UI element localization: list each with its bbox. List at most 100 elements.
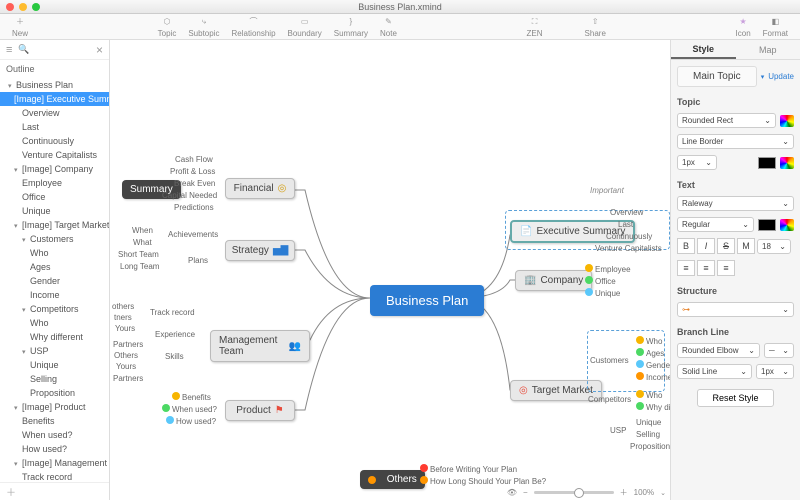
sub-label[interactable]: tners bbox=[114, 313, 132, 322]
italic-button[interactable]: I bbox=[697, 238, 715, 254]
sub-label[interactable]: Income bbox=[636, 372, 670, 382]
outline-item[interactable]: Continuously bbox=[0, 134, 109, 148]
zen-button[interactable]: ⛶ZEN bbox=[521, 16, 549, 38]
branch-style-select[interactable]: Solid Line⌄ bbox=[677, 364, 752, 379]
sub-label[interactable]: Venture Capitalists bbox=[595, 244, 662, 253]
subtopic-button[interactable]: ⤷Subtopic bbox=[182, 16, 225, 38]
outline-item[interactable]: Proposition bbox=[0, 386, 109, 400]
sub-label[interactable]: Selling bbox=[636, 430, 660, 439]
close-window-button[interactable] bbox=[6, 3, 14, 11]
sub-label[interactable]: When used? bbox=[162, 404, 217, 414]
line-color-swatch[interactable] bbox=[758, 157, 776, 169]
sub-label[interactable]: Yours bbox=[115, 324, 135, 333]
outline-item[interactable]: Who bbox=[0, 316, 109, 330]
outline-item[interactable]: Last bbox=[0, 120, 109, 134]
sub-label[interactable]: Ages bbox=[636, 348, 664, 358]
sub-label[interactable]: Achievements bbox=[168, 230, 218, 239]
sub-label[interactable]: Others bbox=[114, 351, 138, 360]
align-right-button[interactable]: ≡ bbox=[717, 260, 735, 276]
fill-color-picker[interactable] bbox=[780, 115, 794, 127]
font-select[interactable]: Raleway⌄ bbox=[677, 196, 794, 211]
zoom-in-icon[interactable]: ＋ bbox=[620, 487, 628, 498]
shape-select[interactable]: Rounded Rect⌄ bbox=[677, 113, 776, 128]
eye-icon[interactable]: 👁 bbox=[507, 488, 517, 497]
canvas[interactable]: Summary Financial ◎ Cash Flow Profit & L… bbox=[110, 40, 670, 500]
add-topic-icon[interactable]: ＋ bbox=[6, 484, 16, 499]
sub-label[interactable]: Continuously bbox=[606, 232, 652, 241]
outline-item[interactable]: [Image] Management Team bbox=[0, 456, 109, 470]
bold-button[interactable]: B bbox=[677, 238, 695, 254]
product-node[interactable]: Product ⚑ bbox=[225, 400, 295, 421]
outline-item[interactable]: How used? bbox=[0, 442, 109, 456]
topic-button[interactable]: ⬡Topic bbox=[152, 16, 183, 38]
sub-label[interactable]: Who bbox=[636, 336, 662, 346]
more-button[interactable]: M bbox=[737, 238, 755, 254]
outline-item[interactable]: USP bbox=[0, 344, 109, 358]
sub-label[interactable]: When bbox=[132, 226, 153, 235]
outline-item[interactable]: [Image] Product bbox=[0, 400, 109, 414]
outline-item[interactable]: Venture Capitalists bbox=[0, 148, 109, 162]
sub-label[interactable]: Long Team bbox=[120, 262, 159, 271]
tab-map[interactable]: Map bbox=[736, 40, 800, 59]
sub-label[interactable]: others bbox=[112, 302, 134, 311]
sub-label[interactable]: Office bbox=[585, 276, 616, 286]
sub-label[interactable]: Yours bbox=[116, 362, 136, 371]
chevron-down-icon[interactable]: ▾ bbox=[761, 73, 765, 81]
font-size-select[interactable]: 18⌄ bbox=[757, 239, 791, 254]
outline-item[interactable]: Income bbox=[0, 288, 109, 302]
topic-level-chip[interactable]: Main Topic bbox=[677, 66, 757, 87]
strike-button[interactable]: S bbox=[717, 238, 735, 254]
zoom-out-icon[interactable]: − bbox=[523, 488, 528, 497]
sub-label[interactable]: Capital Needed bbox=[162, 191, 217, 200]
outline-item[interactable]: [Image] Company bbox=[0, 162, 109, 176]
boundary-button[interactable]: ▭Boundary bbox=[282, 16, 328, 38]
sub-label[interactable]: Plans bbox=[188, 256, 208, 265]
format-button[interactable]: ◧Format bbox=[757, 16, 794, 38]
central-node[interactable]: Business Plan bbox=[370, 285, 484, 316]
outline-item[interactable]: Why different bbox=[0, 330, 109, 344]
minimize-window-button[interactable] bbox=[19, 3, 27, 11]
sub-label[interactable]: Experience bbox=[155, 330, 195, 339]
outline-item[interactable]: Overview bbox=[0, 106, 109, 120]
outline-tab-icon[interactable]: ≡ bbox=[6, 44, 12, 56]
outline-item[interactable]: Track record bbox=[0, 470, 109, 482]
sub-label[interactable]: Unique bbox=[585, 288, 620, 298]
reset-style-button[interactable]: Reset Style bbox=[697, 389, 773, 407]
sub-label[interactable]: Last bbox=[618, 220, 633, 229]
outline-item[interactable]: Office bbox=[0, 190, 109, 204]
strategy-node[interactable]: Strategy ▅▇ bbox=[225, 240, 295, 261]
tab-style[interactable]: Style bbox=[671, 40, 736, 59]
outline-item[interactable]: Unique bbox=[0, 204, 109, 218]
outline-item[interactable]: [Image] Executive Summary bbox=[0, 92, 109, 106]
outline-item[interactable]: Ages bbox=[0, 260, 109, 274]
line-color-picker[interactable] bbox=[780, 157, 794, 169]
sub-label[interactable]: Cash Flow bbox=[175, 155, 213, 164]
branch-preview[interactable]: ─⌄ bbox=[764, 343, 794, 358]
management-node[interactable]: Management Team 👥 bbox=[210, 330, 310, 362]
sub-label[interactable]: Partners bbox=[113, 374, 143, 383]
outline-item[interactable]: Employee bbox=[0, 176, 109, 190]
outline-item[interactable]: Benefits bbox=[0, 414, 109, 428]
structure-select[interactable]: ⊶⌄ bbox=[677, 302, 794, 317]
sub-label[interactable]: What bbox=[133, 238, 152, 247]
note-button[interactable]: ✎Note bbox=[374, 16, 403, 38]
align-center-button[interactable]: ≡ bbox=[697, 260, 715, 276]
outline-item[interactable]: When used? bbox=[0, 428, 109, 442]
sub-label[interactable]: Who bbox=[636, 390, 662, 400]
branch-shape-select[interactable]: Rounded Elbow⌄ bbox=[677, 343, 760, 358]
sub-label[interactable]: Partners bbox=[113, 340, 143, 349]
outline-tree[interactable]: Business Plan[Image] Executive SummaryOv… bbox=[0, 78, 109, 482]
icon-button[interactable]: ★Icon bbox=[730, 16, 757, 38]
text-color-swatch[interactable] bbox=[758, 219, 776, 231]
sub-label[interactable]: Unique bbox=[636, 418, 661, 427]
outline-item[interactable]: [Image] Target Market bbox=[0, 218, 109, 232]
outline-item[interactable]: Business Plan bbox=[0, 78, 109, 92]
text-color-picker[interactable] bbox=[780, 219, 794, 231]
sub-label[interactable]: Profit & Loss bbox=[170, 167, 215, 176]
company-node[interactable]: 🏢 Company bbox=[515, 270, 592, 291]
sub-label[interactable]: Why diff bbox=[636, 402, 670, 412]
sub-label[interactable]: Short Team bbox=[118, 250, 159, 259]
zoom-slider[interactable] bbox=[534, 491, 614, 494]
line-border-select[interactable]: Line Border⌄ bbox=[677, 134, 794, 149]
search-tab-icon[interactable]: 🔍 bbox=[18, 44, 29, 55]
